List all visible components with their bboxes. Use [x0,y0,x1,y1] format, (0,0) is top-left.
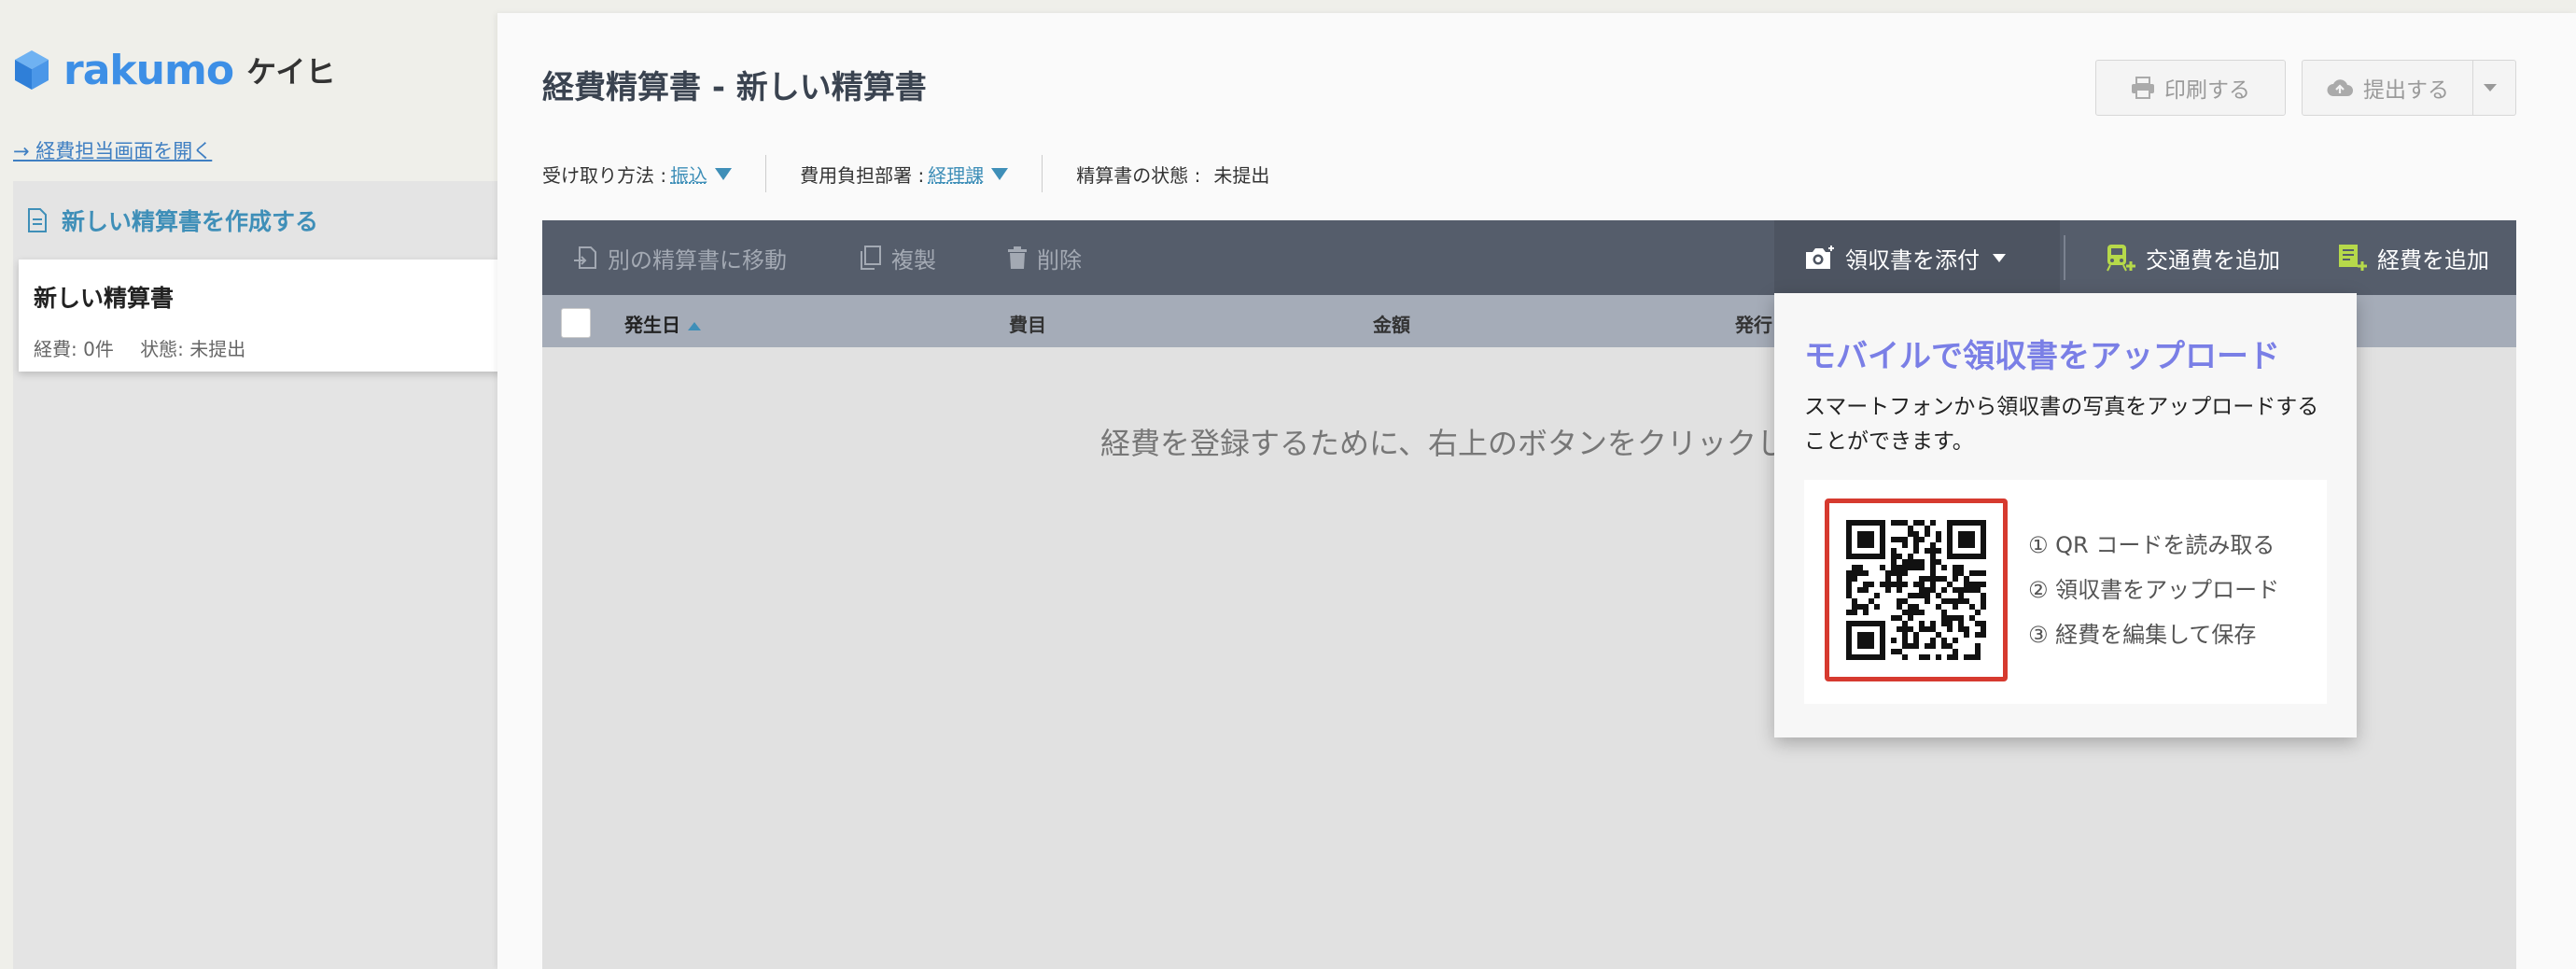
column-date-label: 発生日 [624,314,680,336]
column-category[interactable]: 費目 [1009,310,1046,337]
column-issuer[interactable]: 発行 [1735,310,1772,337]
popover-title: モバイルで領収書をアップロード [1804,338,2280,375]
receipt-method-label: 受け取り方法 : [542,163,667,187]
step-2: ② 領収書をアップロード [2028,577,2280,603]
train-add-icon [2107,245,2135,272]
department-label: 費用負担部署 : [800,163,925,187]
add-expense-label: 経費を追加 [2377,246,2489,274]
receipt-add-icon [2339,245,2367,271]
printer-icon [2132,77,2154,99]
open-admin-screen-link[interactable]: → 経費担当画面を開く [13,136,212,164]
logo-text: rakumo [63,46,234,94]
qr-section: ① QR コードを読み取る ② 領収書をアップロード ③ 経費を編集して保存 [1804,480,2327,704]
print-button[interactable]: 印刷する [2095,60,2286,116]
attach-receipt-button[interactable]: 領収書を添付 [1774,220,2060,295]
move-document-icon [574,246,596,269]
move-label: 別の精算書に移動 [608,246,787,274]
department-select[interactable]: 経理課 [928,161,1009,188]
attach-receipt-label: 領収書を添付 [1845,246,1980,274]
add-transport-button[interactable]: 交通費を追加 [2105,220,2280,295]
print-label: 印刷する [2164,78,2250,103]
app-logo: rakumo ケイヒ [13,45,335,95]
upload-steps: ① QR コードを読み取る ② 領収書をアップロード ③ 経費を編集して保存 [2028,523,2279,657]
report-card-title: 新しい精算書 [34,285,175,312]
caret-down-icon [991,167,1009,180]
sort-ascending-icon [688,322,701,330]
logo-subtitle: ケイヒ [246,54,336,90]
add-expense-button[interactable]: 経費を追加 [2336,220,2489,295]
caret-down-icon [1993,253,2006,262]
caret-down-icon [715,167,733,180]
popover-description: スマートフォンから領収書の写真をアップロードすることができます。 [1804,395,2319,454]
add-transport-label: 交通費を追加 [2146,246,2280,274]
expense-toolbar: 別の精算書に移動 複製 削除 領収書を添付 交通費を追加 経費を追加 [542,220,2516,295]
create-report-label: 新しい精算書を作成する [62,208,319,235]
caret-down-icon [2483,84,2497,91]
receipt-method-select[interactable]: 振込 [670,161,733,188]
qr-code-frame [1825,499,2008,681]
logo-cube-icon [15,50,49,90]
report-card[interactable]: 新しい精算書 経費: 0件 状態: 未提出 [19,260,504,372]
document-icon [28,208,47,232]
page-title: 経費精算書 - 新しい精算書 [542,69,927,106]
report-card-count: 経費: 0件 [34,338,114,360]
step-3: ③ 経費を編集して保存 [2028,622,2257,648]
column-date[interactable]: 発生日 [624,310,701,337]
receipt-method: 受け取り方法 : 振込 [542,161,733,188]
report-meta-row: 受け取り方法 : 振込 費用負担部署 : 経理課 精算書の状態 : 未提出 [542,153,1269,194]
step-1: ① QR コードを読み取る [2028,532,2275,558]
department-value: 経理課 [928,163,985,187]
divider [765,155,767,192]
select-all-checkbox[interactable] [561,308,591,338]
report-card-status: 状態: 未提出 [140,338,246,360]
trash-icon [1008,246,1027,269]
department: 費用負担部署 : 経理課 [800,161,1009,188]
submit-label: 提出する [2363,78,2449,103]
copy-icon [861,246,881,270]
column-amount[interactable]: 金額 [1373,310,1410,337]
toolbar-divider [2064,235,2065,280]
delete-label: 削除 [1037,246,1082,274]
report-status-value: 未提出 [1213,163,1270,187]
mobile-upload-popover: モバイルで領収書をアップロード スマートフォンから領収書の写真をアップロードする… [1774,293,2357,737]
submit-button[interactable]: 提出する [2302,60,2473,116]
report-card-meta: 経費: 0件 状態: 未提出 [34,334,504,361]
duplicate-label: 複製 [891,246,936,274]
create-report-button[interactable]: 新しい精算書を作成する [28,202,318,239]
camera-icon [1806,246,1834,269]
duplicate-button[interactable]: 複製 [858,220,936,295]
submit-options-dropdown[interactable] [2473,60,2516,116]
receipt-method-value: 振込 [670,163,708,187]
report-list-panel: 新しい精算書を作成する 新しい精算書 経費: 0件 状態: 未提出 [13,181,504,969]
report-status-label: 精算書の状態 : [1076,163,1201,187]
qr-code-icon [1846,520,1986,660]
divider [1042,155,1043,192]
move-to-report-button[interactable]: 別の精算書に移動 [572,220,787,295]
empty-state-message: 経費を登録するために、右上のボタンをクリックし [1100,426,1787,461]
delete-button[interactable]: 削除 [1007,220,1082,295]
cloud-upload-icon [2327,79,2353,96]
report-status: 精算書の状態 : 未提出 [1076,161,1269,188]
